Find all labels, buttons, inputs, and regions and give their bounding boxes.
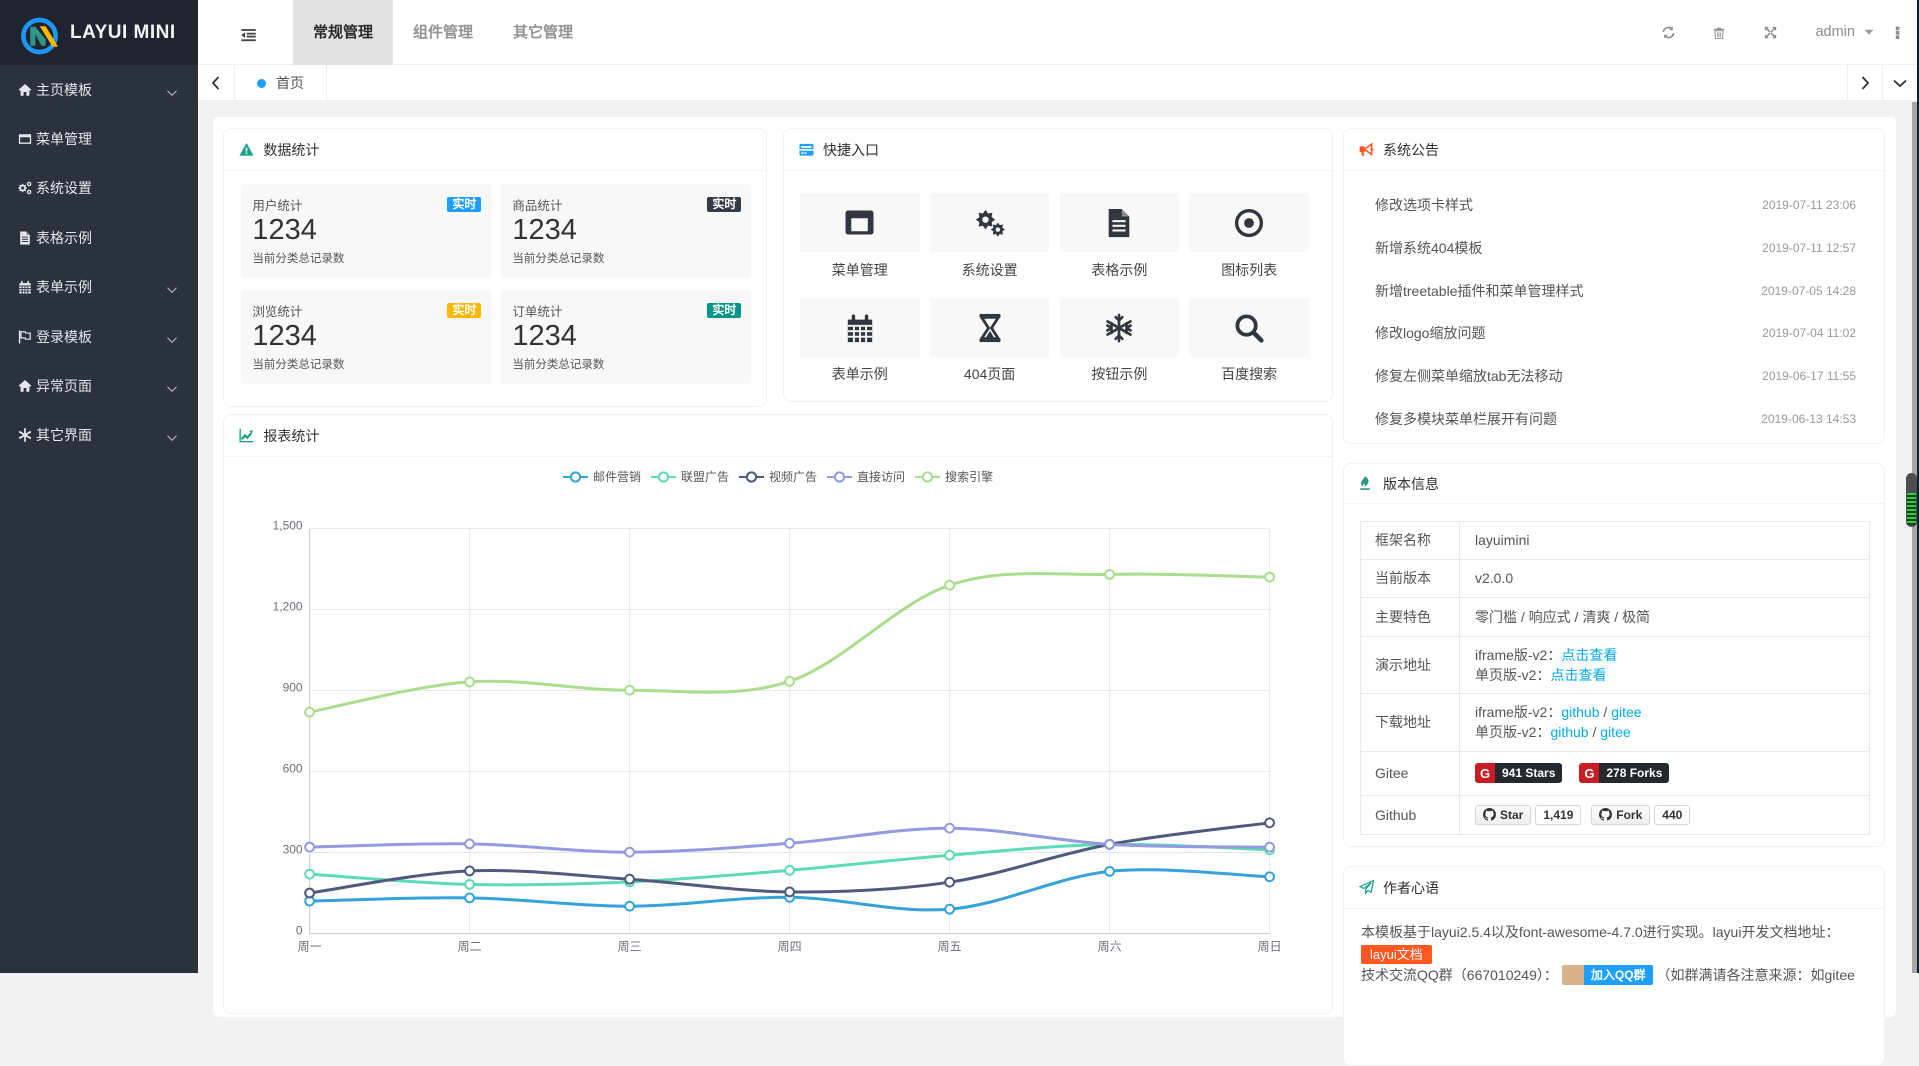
svg-text:周五: 周五 [938,939,962,953]
svg-text:600: 600 [283,761,303,775]
svg-text:周三: 周三 [618,939,642,953]
svg-text:周一: 周一 [298,939,322,953]
svg-text:1,500: 1,500 [273,518,303,532]
svg-text:1,200: 1,200 [273,599,303,613]
svg-text:周六: 周六 [1098,939,1122,953]
svg-text:300: 300 [283,842,303,856]
svg-text:900: 900 [283,680,303,694]
svg-text:周四: 周四 [778,939,802,953]
svg-text:周二: 周二 [458,939,482,953]
svg-text:0: 0 [296,923,303,937]
svg-text:周日: 周日 [1258,939,1282,953]
